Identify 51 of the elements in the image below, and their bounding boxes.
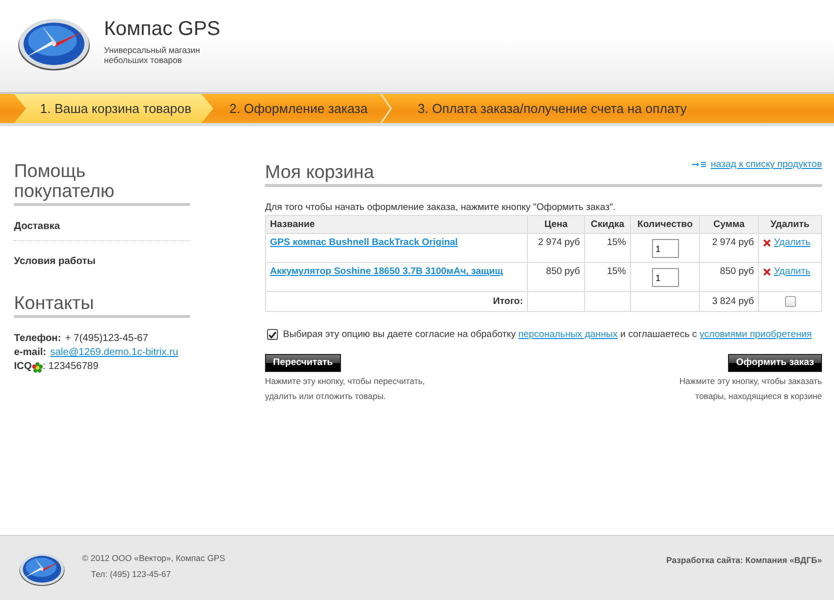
instruction-text: Для того чтобы начать оформление заказа, нажмите кнопку "Оформить заказ". — [265, 202, 617, 213]
contact-value: + 7(495)123-45-67 — [65, 332, 148, 346]
total-label: Итого: — [266, 292, 528, 312]
delete-icon — [763, 238, 771, 246]
delete-icon — [763, 268, 771, 276]
contact-value: : 123456789 — [42, 360, 98, 374]
sidebar-link[interactable]: Доставка — [14, 206, 190, 241]
column-header: Количество — [630, 216, 700, 234]
table-cell: 850 руб — [700, 262, 758, 292]
contact-label: e-mail: — [14, 346, 46, 360]
column-header: Название — [266, 216, 528, 234]
button-hint: Нажмите эту кнопку, чтобы пересчитать, удалить или отложить товары. — [265, 375, 425, 403]
step-separator — [380, 94, 392, 123]
developer-credit: Разработка сайта: Компания «ВДГБ» — [666, 555, 822, 567]
back-link[interactable]: назад к списку продуктов — [710, 159, 822, 170]
flower-icon — [32, 362, 43, 372]
compass-icon — [18, 551, 66, 587]
table-cell: 2 974 руб — [700, 234, 758, 262]
table-cell: 15% — [584, 234, 630, 262]
table-cell: 2 974 руб — [528, 234, 584, 262]
terms-link[interactable]: условиями приобретения — [700, 329, 812, 340]
contact-label: ICQ — [14, 360, 32, 374]
checkout-button[interactable]: Оформить заказ — [728, 354, 822, 372]
phone-text: Тел: (495) 123-45-67 — [90, 568, 172, 581]
table-cell: 15% — [584, 262, 630, 292]
total-sum: 3 824 руб — [700, 292, 758, 312]
consent-text: Выбирая эту опцию вы даете согласие на обработку персональных данных и соглашаетесь с условиями приобретения — [283, 329, 812, 340]
column-header: Цена — [528, 216, 584, 234]
column-header: Удалить — [758, 216, 822, 234]
quantity-field[interactable]: 1 — [652, 239, 678, 258]
step-tab[interactable]: 3. Оплата заказа/получение счета на оплату — [392, 94, 709, 123]
terms-link[interactable]: персональных данных — [518, 329, 618, 340]
table-cell: 850 руб — [528, 262, 584, 292]
site-title: Компас GPS — [104, 18, 220, 41]
page-title: Моя корзина — [265, 161, 374, 183]
copyright-text: © 2012 ООО «Вектор», Компас GPS — [82, 552, 226, 565]
section-heading: Помощь покупателю — [14, 161, 190, 206]
button-hint: Нажмите эту кнопку, чтобы заказать товары, находящиеся в корзине — [679, 375, 822, 403]
contact-label: Телефон: — [14, 332, 62, 346]
quantity-field[interactable]: 1 — [652, 268, 678, 287]
column-header: Скидка — [584, 216, 630, 234]
arrow-list-icon — [692, 161, 706, 168]
section-heading: Контакты — [14, 293, 190, 318]
sidebar-link[interactable]: Условия работы — [14, 241, 190, 275]
step-tab[interactable]: 1. Ваша корзина товаров — [14, 94, 214, 123]
recalculate-button[interactable]: Пересчитать — [265, 354, 341, 372]
checkbox[interactable] — [784, 296, 796, 307]
column-header: Сумма — [700, 216, 758, 234]
site-tagline: Универсальный магазин небольших товаров — [104, 45, 202, 65]
email-link[interactable]: sale@1269.demo.1c-bitrix.ru — [50, 346, 178, 360]
checkbox[interactable] — [267, 329, 278, 340]
